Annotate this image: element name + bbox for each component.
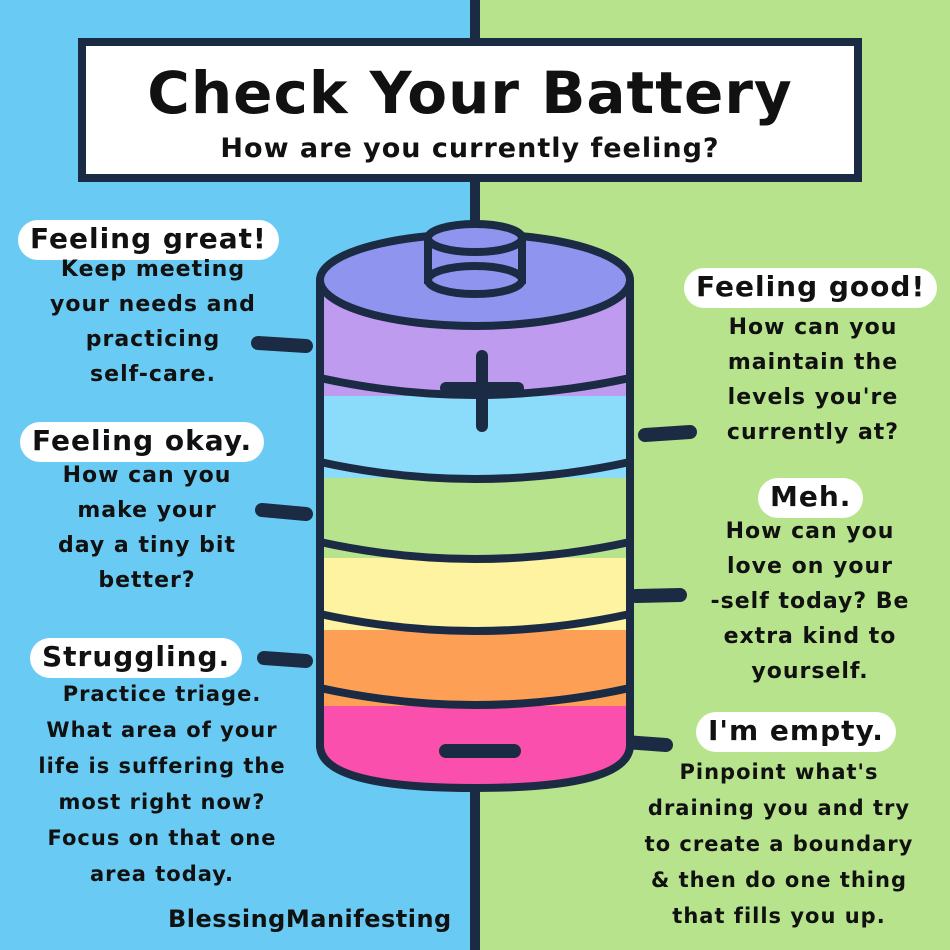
- desc-line: levels you're: [727, 385, 899, 410]
- desc-line: Pinpoint what's: [679, 760, 879, 784]
- desc-feeling-okay: How can you make your day a tiny bit bet…: [22, 458, 272, 598]
- desc-line: love on your: [727, 554, 893, 579]
- desc-line: day a tiny bit: [58, 533, 236, 558]
- desc-line: to create a boundary: [644, 832, 914, 856]
- desc-feeling-good: How can you maintain the levels you're c…: [698, 310, 928, 450]
- desc-struggling: Practice triage. What area of your life …: [12, 676, 312, 892]
- battery-terminal-base: [424, 262, 526, 298]
- desc-line: currently at?: [726, 420, 900, 445]
- level-yellow-meh: [320, 554, 630, 630]
- desc-line: How can you: [62, 463, 232, 488]
- desc-line: Focus on that one: [47, 826, 277, 850]
- connector-good: [638, 425, 697, 442]
- desc-line: Practice triage.: [62, 682, 262, 706]
- desc-line: extra kind to: [723, 624, 897, 649]
- desc-im-empty: Pinpoint what's draining you and try to …: [618, 754, 940, 934]
- level-green-okay: [320, 474, 630, 558]
- desc-line: & then do one thing: [651, 868, 907, 892]
- desc-line: What area of your: [46, 718, 278, 742]
- battery-terminal-top: [424, 220, 526, 256]
- desc-line: How can you: [728, 315, 898, 340]
- author-credit: BlessingManifesting: [168, 905, 452, 933]
- desc-meh: How can you love on your -self today? Be…: [690, 514, 930, 689]
- desc-line: better?: [98, 568, 196, 593]
- label-feeling-okay: Feeling okay.: [20, 422, 265, 462]
- label-struggling: Struggling.: [30, 638, 243, 678]
- desc-line: Keep meeting: [60, 257, 246, 282]
- desc-line: -self today? Be: [710, 589, 910, 614]
- desc-line: yourself.: [751, 659, 869, 684]
- label-feeling-good: Feeling good!: [684, 268, 938, 308]
- desc-line: your needs and: [50, 292, 256, 317]
- desc-line: How can you: [725, 519, 895, 544]
- desc-line: life is suffering the: [38, 754, 286, 778]
- label-im-empty: I'm empty.: [696, 712, 896, 752]
- desc-feeling-great: Keep meeting your needs and practicing s…: [28, 252, 278, 392]
- connector-meh: [629, 588, 687, 603]
- desc-line: most right now?: [58, 790, 266, 814]
- desc-line: self-care.: [90, 362, 216, 387]
- desc-line: draining you and try: [647, 796, 911, 820]
- desc-line: area today.: [89, 862, 234, 886]
- desc-line: practicing: [85, 327, 221, 352]
- level-blue-good: [320, 392, 630, 478]
- connector-struggling: [257, 651, 313, 668]
- desc-line: maintain the: [727, 350, 899, 375]
- desc-line: that fills you up.: [672, 904, 886, 928]
- label-meh: Meh.: [758, 478, 864, 518]
- desc-line: make your: [77, 498, 217, 523]
